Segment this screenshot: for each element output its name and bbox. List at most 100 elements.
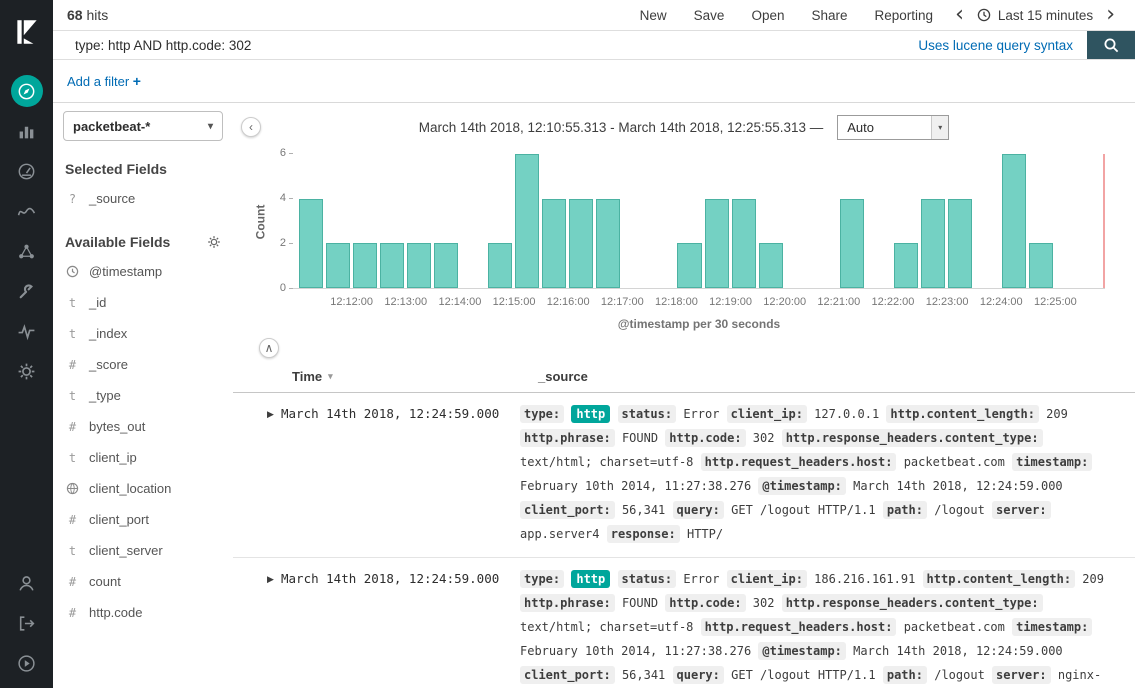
histogram-bar[interactable] xyxy=(380,243,404,288)
source-field-value: packetbeat.com xyxy=(904,455,1005,469)
source-field-value: February 10th 2014, 11:27:38.276 xyxy=(520,644,751,658)
interval-select[interactable]: Auto ▾ xyxy=(837,115,949,140)
histogram-bar[interactable] xyxy=(840,199,864,288)
expand-doc-button[interactable]: ▶ xyxy=(267,567,281,591)
nav-monitoring[interactable] xyxy=(0,312,53,350)
chart-time-range: March 14th 2018, 12:10:55.313 - March 14… xyxy=(419,120,824,135)
x-axis-tick-label: 12:17:00 xyxy=(601,296,644,308)
discover-icon xyxy=(11,75,43,107)
histogram-bar[interactable] xyxy=(326,243,350,288)
source-field-name: timestamp: xyxy=(1012,618,1092,636)
discover-main: ‹ March 14th 2018, 12:10:55.313 - March … xyxy=(233,103,1135,688)
histogram-bar[interactable] xyxy=(488,243,512,288)
field-item-_id[interactable]: t_id xyxy=(53,287,233,318)
menu-new[interactable]: New xyxy=(640,8,667,23)
histogram-bar[interactable] xyxy=(569,199,593,288)
histogram-bar[interactable] xyxy=(542,199,566,288)
add-filter-link[interactable]: Add a filter + xyxy=(67,73,141,89)
collapse-histogram-button[interactable]: ∧ xyxy=(259,338,279,358)
source-field-pair: @timestamp: March 14th 2018, 12:24:59.00… xyxy=(758,477,1062,495)
source-field-value: 209 xyxy=(1082,572,1104,586)
source-field-name: http.request_headers.host: xyxy=(701,618,897,636)
histogram-bar[interactable] xyxy=(759,243,783,288)
y-axis-tick-label: 6 xyxy=(260,147,286,159)
fields-panel-body: Selected Fields ?_source Available Field… xyxy=(53,161,233,628)
histogram-bar[interactable] xyxy=(921,199,945,288)
histogram-bar[interactable] xyxy=(1029,243,1053,288)
collapse-sidebar-button[interactable]: ‹ xyxy=(241,117,261,137)
nav-collapse[interactable] xyxy=(0,644,53,682)
field-item-@timestamp[interactable]: @timestamp xyxy=(53,256,233,287)
add-filter-plus-icon: + xyxy=(133,73,141,89)
x-axis-tick-label: 12:15:00 xyxy=(493,296,536,308)
histogram-bar[interactable] xyxy=(434,243,458,288)
source-field-name: http.phrase: xyxy=(520,594,615,612)
field-item-client_ip[interactable]: tclient_ip xyxy=(53,442,233,473)
field-name: client_server xyxy=(89,543,163,558)
y-axis-tick xyxy=(289,153,293,154)
source-field-value: Error xyxy=(683,407,719,421)
nav-bottom-items xyxy=(0,564,53,688)
machine-learning-icon xyxy=(11,235,43,267)
histogram-bar[interactable] xyxy=(407,243,431,288)
doc-table: Time ▾ _source ▶March 14th 2018, 12:24:5… xyxy=(233,363,1135,688)
histogram-bar[interactable] xyxy=(515,154,539,288)
field-item-http.code[interactable]: #http.code xyxy=(53,597,233,628)
field-item-count[interactable]: #count xyxy=(53,566,233,597)
field-item-_source[interactable]: ?_source xyxy=(53,183,233,214)
field-item-bytes_out[interactable]: #bytes_out xyxy=(53,411,233,442)
time-column-header[interactable]: Time ▾ xyxy=(292,369,538,384)
source-field-name: response: xyxy=(607,525,680,543)
nav-logout[interactable] xyxy=(0,604,53,642)
nav-user[interactable] xyxy=(0,564,53,602)
source-field-value: /logout xyxy=(934,668,985,682)
number-field-type-icon: # xyxy=(65,358,80,372)
histogram-bar[interactable] xyxy=(1002,154,1026,288)
field-item-client_location[interactable]: client_location xyxy=(53,473,233,504)
source-field-name: client_port: xyxy=(520,666,615,684)
histogram-bar[interactable] xyxy=(732,199,756,288)
menu-share[interactable]: Share xyxy=(811,8,847,23)
field-settings-gear-icon[interactable] xyxy=(207,235,221,249)
doc-timestamp: March 14th 2018, 12:24:59.000 xyxy=(281,567,520,591)
index-pattern-select[interactable]: packetbeat-* ▾ xyxy=(63,111,223,141)
search-input[interactable] xyxy=(53,31,918,59)
field-item-client_server[interactable]: tclient_server xyxy=(53,535,233,566)
time-forward-button[interactable]: › xyxy=(1100,6,1121,24)
histogram-bar[interactable] xyxy=(596,199,620,288)
chevron-down-icon: ▾ xyxy=(208,121,213,132)
field-item-_score[interactable]: # _score xyxy=(53,349,233,380)
nav-management[interactable] xyxy=(0,352,53,390)
kibana-logo[interactable] xyxy=(0,0,53,64)
expand-doc-button[interactable]: ▶ xyxy=(267,402,281,426)
histogram-bar[interactable] xyxy=(299,199,323,288)
histogram-bar[interactable] xyxy=(894,243,918,288)
field-item-_index[interactable]: t_index xyxy=(53,318,233,349)
doc-table-header: Time ▾ _source xyxy=(233,363,1135,393)
nav-dashboard[interactable] xyxy=(0,152,53,190)
nav-machine-learning[interactable] xyxy=(0,232,53,270)
field-item-client_port[interactable]: #client_port xyxy=(53,504,233,535)
nav-dev-tools[interactable] xyxy=(0,272,53,310)
top-bar: 68 hits NewSaveOpenShareReporting ‹ Last… xyxy=(53,0,1135,30)
lucene-syntax-link[interactable]: Uses lucene query syntax xyxy=(918,38,1073,53)
nav-timelion[interactable] xyxy=(0,192,53,230)
histogram-bar[interactable] xyxy=(677,243,701,288)
time-range-label[interactable]: Last 15 minutes xyxy=(998,8,1093,23)
logout-icon xyxy=(11,607,43,639)
field-item-_type[interactable]: t_type xyxy=(53,380,233,411)
histogram-plot xyxy=(293,154,1105,289)
histogram-bar[interactable] xyxy=(353,243,377,288)
search-button[interactable] xyxy=(1087,31,1135,59)
menu-save[interactable]: Save xyxy=(694,8,725,23)
menu-open[interactable]: Open xyxy=(751,8,784,23)
menu-reporting[interactable]: Reporting xyxy=(875,8,934,23)
field-name: client_ip xyxy=(89,450,137,465)
nav-discover[interactable] xyxy=(0,72,53,110)
nav-visualize[interactable] xyxy=(0,112,53,150)
source-field-value: FOUND xyxy=(622,596,658,610)
field-name: _score xyxy=(89,357,128,372)
time-back-button[interactable]: ‹ xyxy=(949,6,970,24)
histogram-bar[interactable] xyxy=(705,199,729,288)
histogram-bar[interactable] xyxy=(948,199,972,288)
